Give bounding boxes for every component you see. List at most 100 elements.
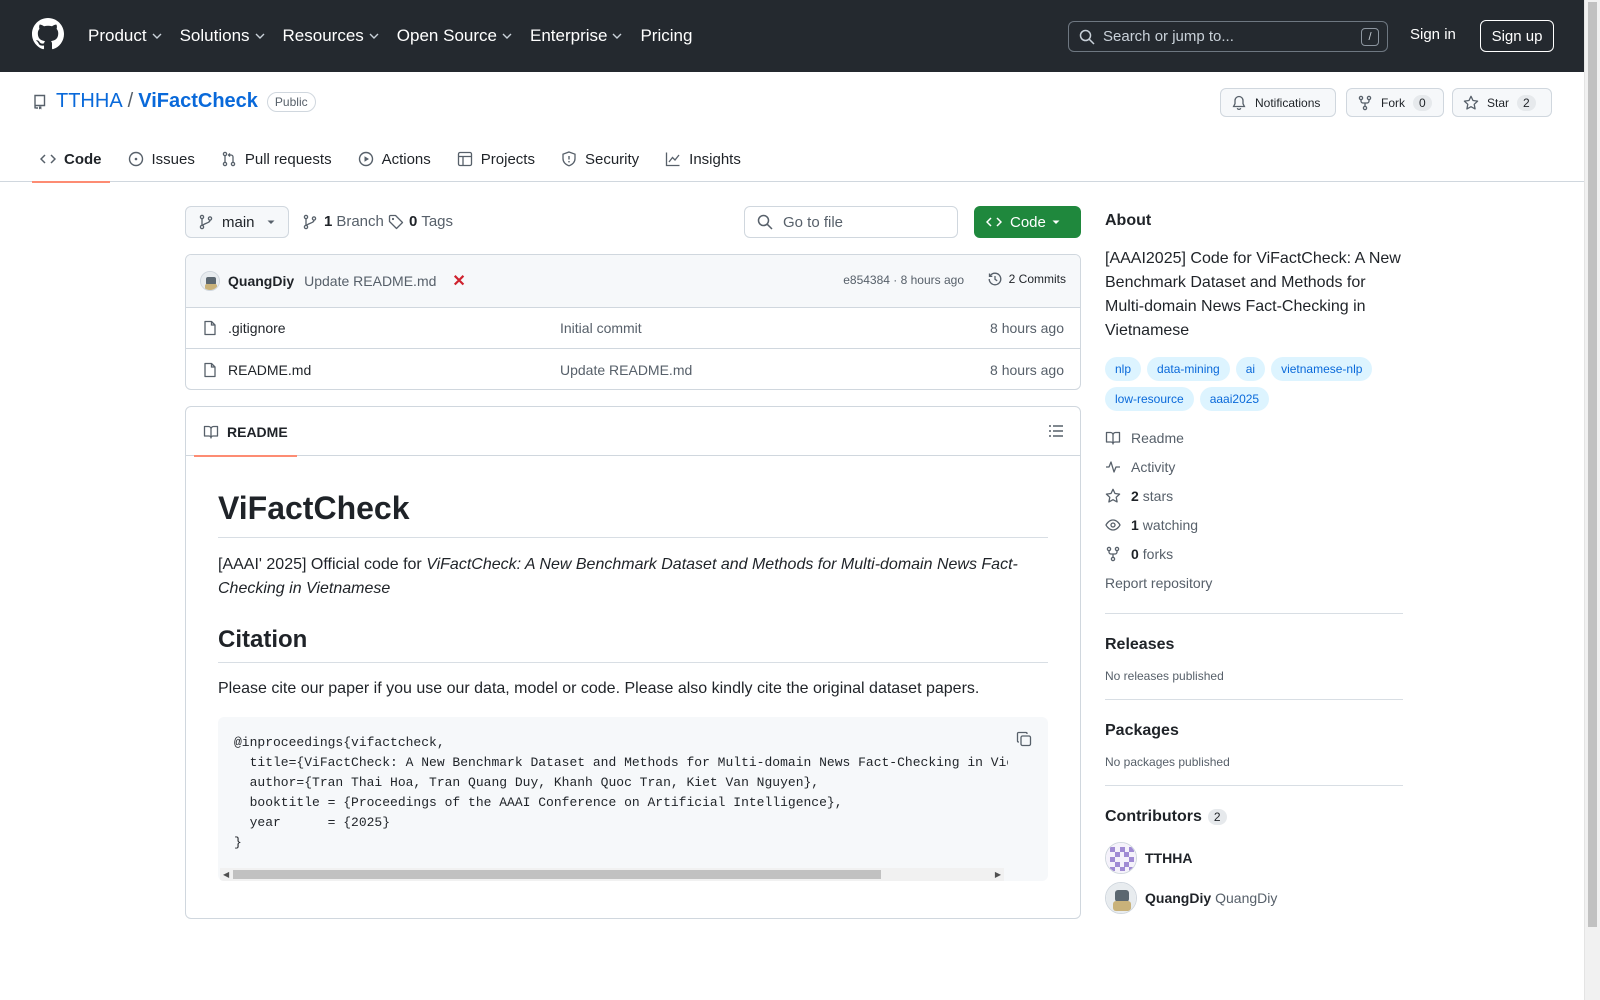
tag-icon xyxy=(388,214,404,230)
file-row[interactable]: README.md Update README.md 8 hours ago xyxy=(186,349,1080,389)
nav-solutions[interactable]: Solutions xyxy=(180,26,266,46)
notifications-button[interactable]: Notifications xyxy=(1220,88,1336,117)
readme-header: README xyxy=(186,407,1080,457)
search-placeholder: Search or jump to... xyxy=(1103,28,1234,45)
nav-open-source[interactable]: Open Source xyxy=(397,26,513,46)
nav-product[interactable]: Product xyxy=(88,26,163,46)
topic-tag[interactable]: vietnamese-nlp xyxy=(1271,357,1373,381)
releases-title: Releases xyxy=(1105,636,1175,653)
page-scrollbar[interactable] xyxy=(1584,0,1600,1000)
topic-tag[interactable]: low-resource xyxy=(1105,387,1194,411)
tags-link[interactable]: 0 Tags xyxy=(388,213,453,230)
contributor-login[interactable]: QuangDiy xyxy=(1145,890,1211,906)
go-to-file-input[interactable]: Go to file xyxy=(744,206,958,238)
contributor-avatar[interactable] xyxy=(1105,842,1137,874)
repo-name-link[interactable]: ViFactCheck xyxy=(138,90,258,113)
watching-count: 1 xyxy=(1131,516,1139,533)
tab-security[interactable]: Security xyxy=(553,136,647,182)
releases-heading[interactable]: Releases xyxy=(1105,636,1403,654)
copy-icon[interactable] xyxy=(1016,731,1032,747)
commit-status-fail-icon[interactable]: ✕ xyxy=(452,271,465,291)
tab-code[interactable]: Code xyxy=(32,136,110,183)
star-icon xyxy=(1463,95,1487,111)
file-name-link[interactable]: .gitignore xyxy=(228,320,286,336)
packages-heading[interactable]: Packages xyxy=(1105,722,1403,740)
releases-empty-text: No releases published xyxy=(1105,669,1224,683)
commits-label: 2 Commits xyxy=(1008,272,1066,286)
commit-author-link[interactable]: QuangDiy xyxy=(228,273,294,289)
topic-tag[interactable]: data-mining xyxy=(1147,357,1230,381)
readme-link[interactable]: Readme xyxy=(1105,423,1403,452)
code-horizontal-scrollbar[interactable]: ◀ ▶ xyxy=(220,868,1004,881)
contributor-alias: QuangDiy xyxy=(1215,890,1278,906)
caret-down-icon xyxy=(1051,217,1069,227)
author-avatar[interactable] xyxy=(200,271,220,291)
tab-pull-requests[interactable]: Pull requests xyxy=(213,136,340,182)
about-links: Readme Activity 2 stars 1 watching 0 for… xyxy=(1105,423,1403,597)
github-logo-icon[interactable] xyxy=(32,18,64,50)
nav-enterprise[interactable]: Enterprise xyxy=(530,26,623,46)
topic-tag[interactable]: ai xyxy=(1235,357,1266,381)
sign-up-button[interactable]: Sign up xyxy=(1480,20,1554,52)
tab-actions[interactable]: Actions xyxy=(350,136,439,182)
tab-label: Projects xyxy=(480,150,535,168)
nav-pricing[interactable]: Pricing xyxy=(640,26,692,46)
search-input[interactable]: Search or jump to... / xyxy=(1068,21,1388,52)
contributor-avatar[interactable] xyxy=(1105,882,1137,914)
contributor-login[interactable]: TTHHA xyxy=(1145,850,1192,866)
activity-link[interactable]: Activity xyxy=(1105,452,1403,481)
tab-label: Actions xyxy=(381,150,431,168)
readme-tab[interactable]: README xyxy=(194,407,297,457)
tab-issues[interactable]: Issues xyxy=(120,136,203,182)
tab-label: Pull requests xyxy=(244,150,332,168)
commit-hash-time[interactable]: e854384 · 8 hours ago xyxy=(843,273,964,287)
scroll-right-arrow-icon[interactable]: ▶ xyxy=(995,870,1001,879)
commits-history-link[interactable]: 2 Commits xyxy=(987,271,1066,287)
scrollbar-thumb[interactable] xyxy=(1588,2,1597,927)
file-commit-message-link[interactable]: Update README.md xyxy=(560,362,692,378)
tab-projects[interactable]: Projects xyxy=(449,136,543,182)
forks-label: forks xyxy=(1142,545,1174,562)
intro-text: [AAAI' 2025] Official code for xyxy=(218,556,427,573)
topic-tag[interactable]: aaai2025 xyxy=(1199,387,1270,411)
go-to-file-placeholder: Go to file xyxy=(783,213,844,231)
branches-link[interactable]: 1 Branch xyxy=(302,213,384,230)
activity-link-label: Activity xyxy=(1131,458,1176,475)
repo-owner-link[interactable]: TTHHA xyxy=(56,90,123,113)
commit-message-link[interactable]: Update README.md xyxy=(304,273,436,289)
file-row[interactable]: .gitignore Initial commit 8 hours ago xyxy=(186,308,1080,349)
tag-label: Tags xyxy=(421,213,454,230)
shield-icon xyxy=(561,151,585,167)
contributor-item[interactable]: TTHHA xyxy=(1105,842,1403,874)
repo-tabs: Code Issues Pull requests Actions Projec… xyxy=(32,136,759,183)
nav-label: Pricing xyxy=(640,26,693,45)
contributor-item[interactable]: QuangDiy QuangDiy xyxy=(1105,882,1403,914)
citation-text: Please cite our paper if you use our dat… xyxy=(218,680,980,697)
scrollbar-thumb[interactable] xyxy=(233,870,881,879)
star-button[interactable]: Star 2 xyxy=(1452,88,1552,117)
chevron-down-icon xyxy=(368,30,380,42)
main-nav: Product Solutions Resources Open Source … xyxy=(88,0,709,72)
stars-link[interactable]: 2 stars xyxy=(1105,481,1403,510)
contributors-heading[interactable]: Contributors 2 xyxy=(1105,808,1403,826)
chevron-down-icon xyxy=(151,30,163,42)
readme-content: ViFactCheck [AAAI' 2025] Official code f… xyxy=(186,490,1080,881)
code-button-label: Code xyxy=(1010,213,1046,231)
tab-insights[interactable]: Insights xyxy=(657,136,749,182)
chevron-down-icon xyxy=(501,30,513,42)
scroll-left-arrow-icon[interactable]: ◀ xyxy=(223,870,229,879)
watching-link[interactable]: 1 watching xyxy=(1105,510,1403,539)
forks-link[interactable]: 0 forks xyxy=(1105,539,1403,568)
topic-tag[interactable]: nlp xyxy=(1105,357,1142,381)
code-dropdown-button[interactable]: Code xyxy=(974,206,1081,238)
sign-in-link[interactable]: Sign in xyxy=(1410,26,1456,43)
history-icon xyxy=(987,271,1009,287)
file-commit-message-link[interactable]: Initial commit xyxy=(560,320,642,336)
nav-resources[interactable]: Resources xyxy=(283,26,380,46)
eye-icon xyxy=(1105,517,1131,533)
list-outline-icon[interactable] xyxy=(1048,423,1064,439)
report-repository-link[interactable]: Report repository xyxy=(1105,568,1403,597)
branch-select-button[interactable]: main xyxy=(185,206,289,238)
fork-button[interactable]: Fork 0 xyxy=(1346,88,1444,117)
file-name-link[interactable]: README.md xyxy=(228,362,311,378)
